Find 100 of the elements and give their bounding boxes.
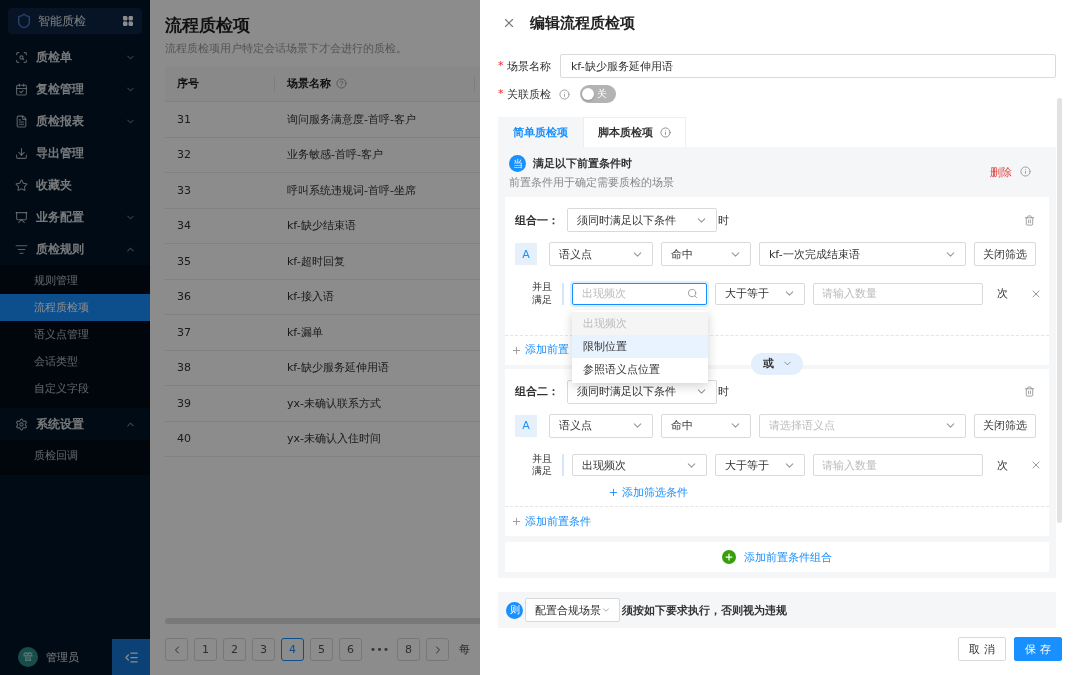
unit-label: 次 (997, 457, 1008, 473)
page-button[interactable]: 6 (339, 638, 362, 661)
tab[interactable]: 脚本质检项 (583, 117, 686, 147)
table-cell: 36 (177, 290, 191, 304)
operator-select[interactable]: 大于等于 (715, 282, 805, 305)
plus-icon (724, 552, 734, 563)
group-label: 组合二： (515, 384, 560, 400)
previous-page-button[interactable] (165, 638, 188, 661)
dropdown-option[interactable]: 限制位置 (572, 334, 708, 358)
tab[interactable]: 简单质检项 (498, 117, 583, 147)
brand-name: 智能质检 (38, 12, 87, 30)
match-select[interactable]: 命中 (661, 242, 751, 266)
submenu-item[interactable]: 自定义字段 (0, 375, 150, 402)
filter-select[interactable]: 出现频次 (572, 454, 707, 477)
page-button[interactable]: 4 (281, 638, 304, 661)
table-cell: 询问服务满意度-首呼-客户 (287, 111, 416, 127)
field-label: 关联质检 (506, 86, 551, 102)
user-avatar[interactable]: 管 (18, 647, 38, 667)
page-size-label: 每 (459, 642, 470, 657)
user-name: 管理员 (46, 649, 80, 665)
add-condition-link[interactable]: 添加前置条件 (525, 514, 591, 530)
menu-item[interactable]: 导出管理 (0, 137, 150, 169)
table-cell: kf-超时回复 (287, 253, 345, 269)
menu-item[interactable]: 系统设置 (0, 408, 150, 440)
close-filter-button[interactable]: 关闭筛选 (974, 242, 1036, 266)
submenu-item[interactable]: 规则管理 (0, 267, 150, 294)
table-cell: kf-接入语 (287, 289, 334, 305)
semantic-point-select[interactable]: kf-一次完成结束语 (759, 242, 966, 266)
menu-item[interactable]: 收藏夹 (0, 169, 150, 201)
page-button[interactable]: 5 (310, 638, 333, 661)
type-select[interactable]: 语义点 (549, 242, 653, 266)
submenu-item[interactable]: 流程质检项 (0, 294, 150, 321)
table-cell: kf-缺少服务延伸用语 (287, 360, 389, 376)
rule-text: 须按如下要求执行，否则视为违规 (622, 602, 787, 618)
trash-icon[interactable] (1024, 386, 1035, 398)
condition-tag: A (515, 243, 537, 265)
menu-item[interactable]: 质检规则 (0, 233, 150, 265)
collapse-button[interactable] (112, 639, 150, 675)
menu-item[interactable]: 复检管理 (0, 73, 150, 105)
page-ellipsis[interactable]: ••• (368, 643, 391, 656)
delete-link[interactable]: 删除 (990, 165, 1012, 180)
close-icon[interactable] (502, 16, 516, 30)
table-cell: 呼叫系统违规词-首呼-坐席 (287, 182, 416, 198)
table-cell: 37 (177, 325, 191, 339)
required-mark: * (498, 86, 504, 102)
unit-label: 次 (997, 286, 1008, 302)
plus-icon (608, 486, 619, 498)
table-cell: 38 (177, 361, 191, 375)
close-filter-button[interactable]: 关闭筛选 (974, 413, 1036, 438)
add-filter-link[interactable]: 添加筛选条件 (608, 484, 688, 500)
condition-tag: A (515, 414, 537, 437)
page-button[interactable]: 2 (223, 638, 246, 661)
trash-icon[interactable] (1024, 214, 1035, 226)
count-input[interactable]: 请输入数量 (813, 454, 983, 477)
add-condition-link[interactable]: 添加前置 (525, 343, 569, 358)
page-button[interactable]: 1 (194, 638, 217, 661)
table-cell: 35 (177, 254, 191, 268)
count-input[interactable]: 请输入数量 (813, 282, 983, 305)
required-mark: * (498, 58, 504, 74)
group-label: 组合一： (515, 212, 560, 228)
submenu-item[interactable]: 语义点管理 (0, 321, 150, 348)
cancel-button[interactable]: 取 消 (958, 637, 1006, 661)
scene-name-field[interactable]: kf-缺少服务延伸用语 (560, 54, 1056, 78)
scrollbar[interactable] (1057, 98, 1062, 523)
plus-circle-icon[interactable] (722, 550, 736, 565)
next-page-button[interactable] (426, 638, 449, 661)
menu-item[interactable]: 质检报表 (0, 105, 150, 137)
table-cell: 32 (177, 148, 191, 162)
info-icon[interactable] (558, 88, 570, 100)
mode-select[interactable]: 须同时满足以下条件 (567, 208, 717, 232)
page-button[interactable]: 8 (397, 638, 420, 661)
page-title: 流程质检项 (165, 14, 250, 37)
menu-item[interactable]: 质检单 (0, 41, 150, 73)
save-button[interactable]: 保 存 (1014, 637, 1062, 661)
table-cell: 40 (177, 432, 191, 446)
dropdown-option[interactable]: 参照语义点位置 (572, 357, 708, 381)
page-button[interactable]: 3 (252, 638, 275, 661)
help-icon[interactable] (336, 78, 347, 89)
shield-icon (16, 13, 32, 29)
add-group-link[interactable]: 添加前置条件组合 (744, 549, 832, 565)
table-cell: 31 (177, 112, 191, 126)
submenu-item[interactable]: 会话类型 (0, 348, 150, 375)
filter-label: 并且满足 (532, 452, 553, 479)
plus-icon (511, 344, 522, 356)
menu-item[interactable]: 业务配置 (0, 201, 150, 233)
suffix-label: 时 (718, 212, 729, 228)
info-icon[interactable] (660, 127, 671, 138)
plus-icon (511, 516, 522, 528)
filter-label: 并且满足 (532, 281, 553, 307)
scene-select[interactable]: 配置合规场景 (525, 598, 620, 623)
column-header: 场景名称 (287, 76, 347, 91)
grid-icon[interactable] (122, 15, 134, 27)
operator-select[interactable]: 大于等于 (715, 454, 805, 477)
type-select[interactable]: 语义点 (549, 413, 653, 438)
field-label: 场景名称 (506, 58, 551, 74)
info-icon[interactable] (1020, 166, 1031, 177)
table-cell: 业务敏感-首呼-客户 (287, 147, 383, 163)
match-select[interactable]: 命中 (661, 413, 751, 438)
table-cell: kf-漏单 (287, 324, 323, 340)
table-cell: kf-缺少结束语 (287, 218, 356, 234)
